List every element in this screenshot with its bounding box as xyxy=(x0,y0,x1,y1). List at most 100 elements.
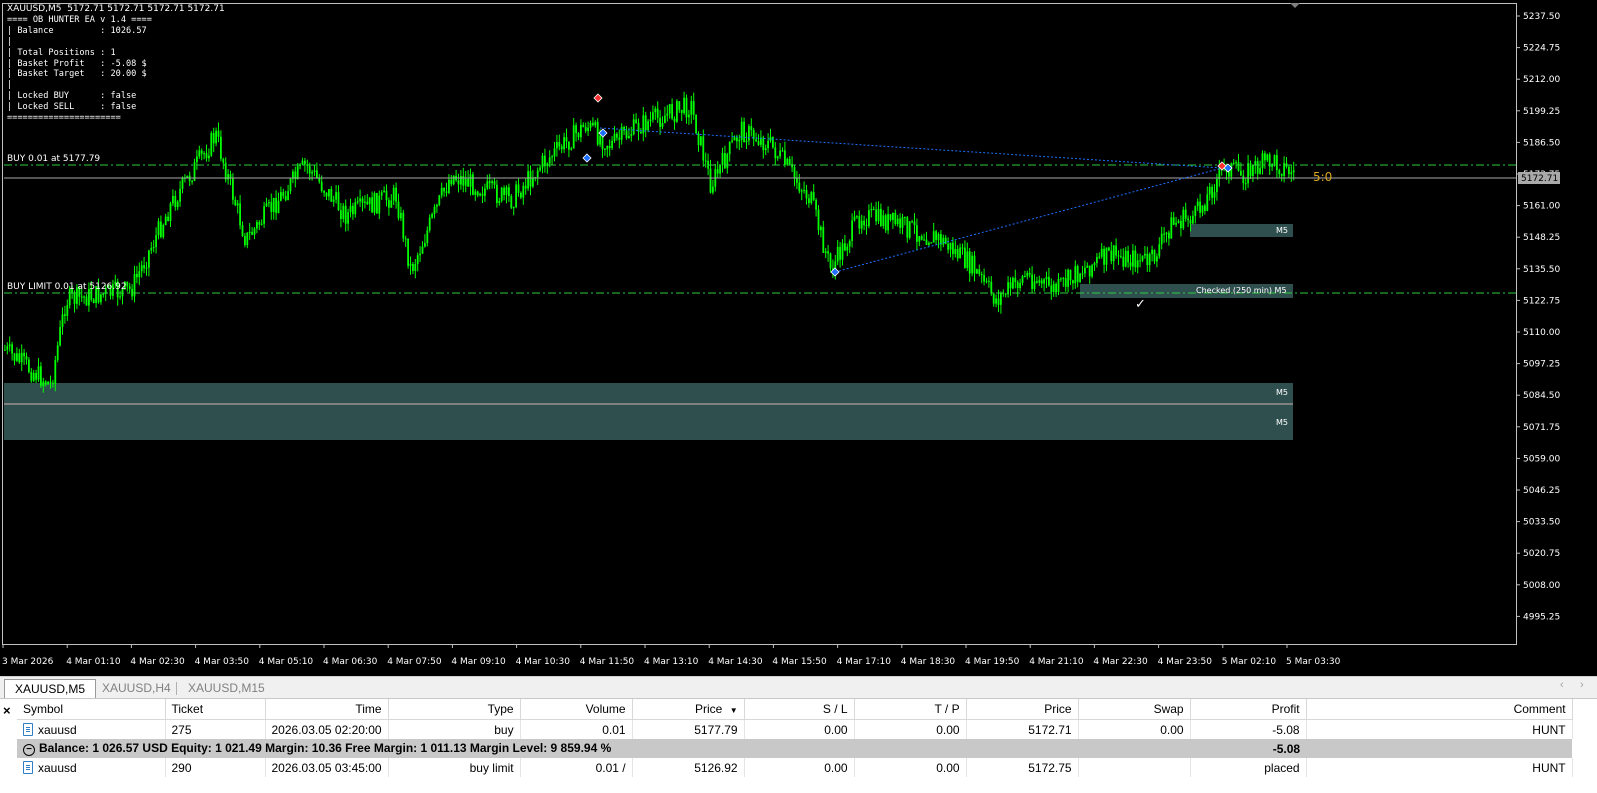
col-time[interactable]: Time xyxy=(265,699,389,720)
candle-body xyxy=(287,191,289,201)
candle-body xyxy=(40,366,42,386)
candle-body xyxy=(421,246,424,254)
candle-body xyxy=(200,150,203,154)
candle-body xyxy=(1242,175,1245,184)
candle-body xyxy=(671,104,673,119)
col-sl[interactable]: S / L xyxy=(744,699,855,720)
candle-body xyxy=(731,140,733,142)
candle-body xyxy=(258,222,261,225)
candle-body xyxy=(1120,256,1122,258)
time-axis-label: 4 Mar 21:10 xyxy=(1029,657,1084,667)
col-swap[interactable]: Swap xyxy=(1078,699,1191,720)
candle-body xyxy=(20,352,23,363)
candle-body xyxy=(1163,233,1165,235)
candle-body xyxy=(709,168,712,193)
candle-body xyxy=(913,221,916,226)
buy-limit-label: BUY LIMIT 0.01 at 5126.92 xyxy=(7,282,127,292)
candle-body xyxy=(575,125,577,134)
candle-body xyxy=(798,182,801,192)
candle-body xyxy=(452,175,455,185)
candle-body xyxy=(654,108,657,113)
col-symbol[interactable]: Symbol xyxy=(17,699,166,720)
candle-body xyxy=(467,178,469,187)
cell-type: buy limit xyxy=(388,758,521,777)
candle-body xyxy=(42,381,45,386)
candle-body xyxy=(733,137,736,141)
candle-body xyxy=(229,174,232,178)
candle-body xyxy=(392,187,395,201)
candle-body xyxy=(692,101,695,115)
price-axis-label: 5033.50 xyxy=(1523,518,1560,528)
candle-body xyxy=(887,214,889,231)
candle-body xyxy=(282,192,285,197)
candle-body xyxy=(1168,232,1170,239)
candle-body xyxy=(1213,192,1216,198)
col-ticket[interactable]: Ticket xyxy=(165,699,266,720)
chart-canvas[interactable]: 5237.505224.755212.005199.255186.505173.… xyxy=(0,0,1597,676)
candle-body xyxy=(544,155,546,167)
table-row[interactable]: xauusd 275 2026.03.05 02:20:00 buy 0.01 … xyxy=(17,719,1573,739)
candle-body xyxy=(23,352,25,357)
price-axis-label: 5020.75 xyxy=(1523,549,1560,559)
candle-body xyxy=(697,133,700,146)
col-price-current[interactable]: Price xyxy=(966,699,1079,720)
cell-tp: 0.00 xyxy=(854,758,967,777)
collapse-icon[interactable]: − xyxy=(23,744,35,756)
candle-body xyxy=(1261,153,1264,169)
col-comment[interactable]: Comment xyxy=(1306,699,1573,720)
candle-body xyxy=(496,184,498,203)
candle-body xyxy=(1228,171,1230,177)
candle-body xyxy=(304,160,306,165)
candle-body xyxy=(779,150,781,157)
summary-profit: -5.08 xyxy=(1190,739,1307,758)
candle-body xyxy=(1043,279,1045,284)
tab-scroll-left-icon[interactable]: ‹ xyxy=(1560,679,1564,691)
candle-body xyxy=(352,205,354,215)
candle-body xyxy=(313,170,316,172)
cell-symbol-text: xauusd xyxy=(38,722,77,737)
tab-separator xyxy=(176,682,177,695)
candle-body xyxy=(928,242,930,245)
candle-body xyxy=(1033,281,1036,289)
table-row[interactable]: xauusd 290 2026.03.05 03:45:00 buy limit… xyxy=(17,758,1573,777)
candle-body xyxy=(440,187,443,196)
candle-body xyxy=(584,127,587,132)
candle-body xyxy=(616,133,618,138)
candle-body xyxy=(1196,201,1199,207)
candle-body xyxy=(412,263,414,271)
candle-body xyxy=(1170,217,1173,239)
candle-body xyxy=(1290,172,1293,175)
time-axis-label: 4 Mar 13:10 xyxy=(644,657,699,667)
tab-scroll-right-icon[interactable]: › xyxy=(1580,679,1584,691)
candle-body xyxy=(383,190,385,193)
candle-body xyxy=(599,135,601,145)
candle-body xyxy=(659,117,661,127)
tab-xauusd-m15[interactable]: XAUUSD,M15 xyxy=(178,679,275,697)
candle-body xyxy=(968,251,971,274)
candle-body xyxy=(568,141,570,150)
close-icon[interactable]: × xyxy=(3,703,11,718)
candle-body xyxy=(73,292,76,304)
tab-xauusd-h4[interactable]: XAUUSD,H4 xyxy=(92,679,181,697)
candle-body xyxy=(203,153,205,155)
candle-body xyxy=(152,247,155,249)
time-axis-label: 4 Mar 07:50 xyxy=(387,657,442,667)
col-type[interactable]: Type xyxy=(388,699,521,720)
tab-xauusd-m5[interactable]: XAUUSD,M5 xyxy=(4,679,97,698)
col-price-open[interactable]: Price ▼ xyxy=(632,699,745,720)
col-profit[interactable]: Profit xyxy=(1190,699,1307,720)
price-chart[interactable]: 5237.505224.755212.005199.255186.505173.… xyxy=(0,0,1597,676)
candle-body xyxy=(37,366,40,380)
time-axis-label: 4 Mar 03:50 xyxy=(195,657,250,667)
candle-body xyxy=(1088,265,1091,277)
col-volume[interactable]: Volume xyxy=(520,699,633,720)
candle-body xyxy=(1045,276,1048,280)
price-axis-label: 5135.50 xyxy=(1523,265,1560,275)
candle-body xyxy=(764,148,767,151)
candle-body xyxy=(736,137,738,142)
candle-body xyxy=(1235,162,1237,164)
candle-body xyxy=(234,199,237,206)
candle-body xyxy=(1201,205,1204,213)
candle-body xyxy=(64,314,66,316)
col-tp[interactable]: T / P xyxy=(854,699,967,720)
